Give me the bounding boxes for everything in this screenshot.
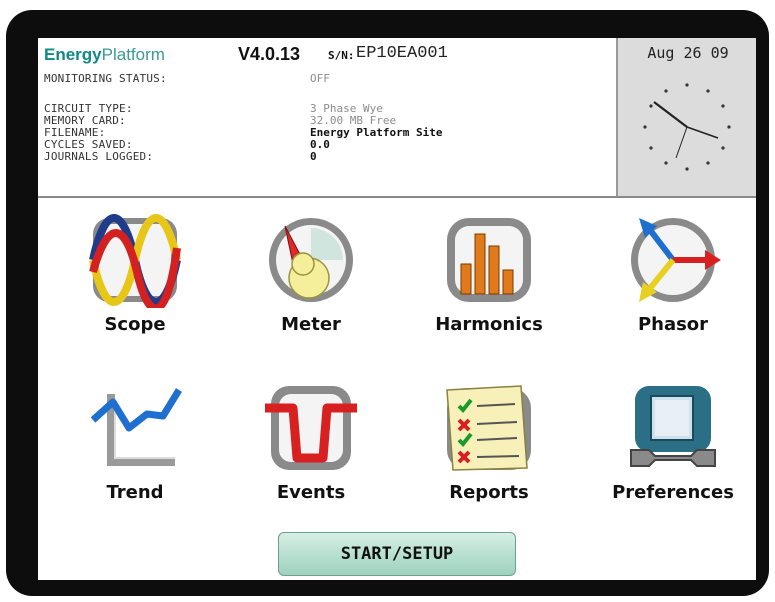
- serial-number: EP10EA001: [356, 44, 448, 63]
- brand-part2: Platform: [101, 45, 165, 64]
- reports-label: Reports: [449, 482, 529, 503]
- scope-button[interactable]: Scope: [60, 212, 210, 362]
- harmonics-label: Harmonics: [435, 314, 543, 335]
- reports-icon: [446, 385, 531, 471]
- preferences-icon: [630, 386, 716, 467]
- analog-clock-icon: [643, 83, 731, 171]
- monitoring-status-value: OFF: [310, 72, 330, 85]
- phasor-label: Phasor: [637, 314, 709, 335]
- trend-label: Trend: [106, 482, 164, 503]
- events-icon: [265, 386, 357, 470]
- monitoring-status-label: MONITORING STATUS:: [44, 72, 167, 85]
- preferences-button[interactable]: Preferences: [598, 380, 748, 530]
- events-label: Events: [276, 482, 346, 503]
- meter-button[interactable]: Meter: [236, 212, 386, 362]
- date-display: Aug 26 09: [647, 44, 729, 62]
- meter-label: Meter: [281, 314, 341, 335]
- events-button[interactable]: Events: [236, 380, 386, 530]
- journals-logged-label: JOURNALS LOGGED:: [44, 150, 154, 163]
- serial-label: S/N:: [328, 49, 355, 62]
- reports-button[interactable]: Reports: [414, 380, 564, 530]
- preferences-label: Preferences: [612, 482, 734, 503]
- harmonics-icon: [447, 218, 531, 302]
- scope-icon: [89, 214, 181, 308]
- status-info: EnergyPlatform V4.0.13 S/N: EP10EA001 MO…: [38, 38, 616, 196]
- version-number: V4.0.13: [238, 44, 301, 64]
- brand-part1: Energy: [44, 45, 102, 64]
- harmonics-button[interactable]: Harmonics: [414, 212, 564, 362]
- scope-label: Scope: [104, 314, 166, 335]
- phasor-button[interactable]: Phasor: [598, 212, 748, 362]
- screen: EnergyPlatform V4.0.13 S/N: EP10EA001 MO…: [38, 38, 756, 580]
- status-header: EnergyPlatform V4.0.13 S/N: EP10EA001 MO…: [38, 38, 756, 198]
- meter-icon: [269, 218, 353, 302]
- phasor-icon: [631, 218, 721, 302]
- trend-button[interactable]: Trend: [60, 380, 210, 530]
- trend-icon: [90, 388, 182, 466]
- start-setup-button[interactable]: START/SETUP: [278, 532, 516, 576]
- clock-panel: Aug 26 09: [616, 38, 756, 196]
- journals-logged-value: 0: [310, 150, 317, 163]
- brand-logo: EnergyPlatform: [44, 45, 165, 65]
